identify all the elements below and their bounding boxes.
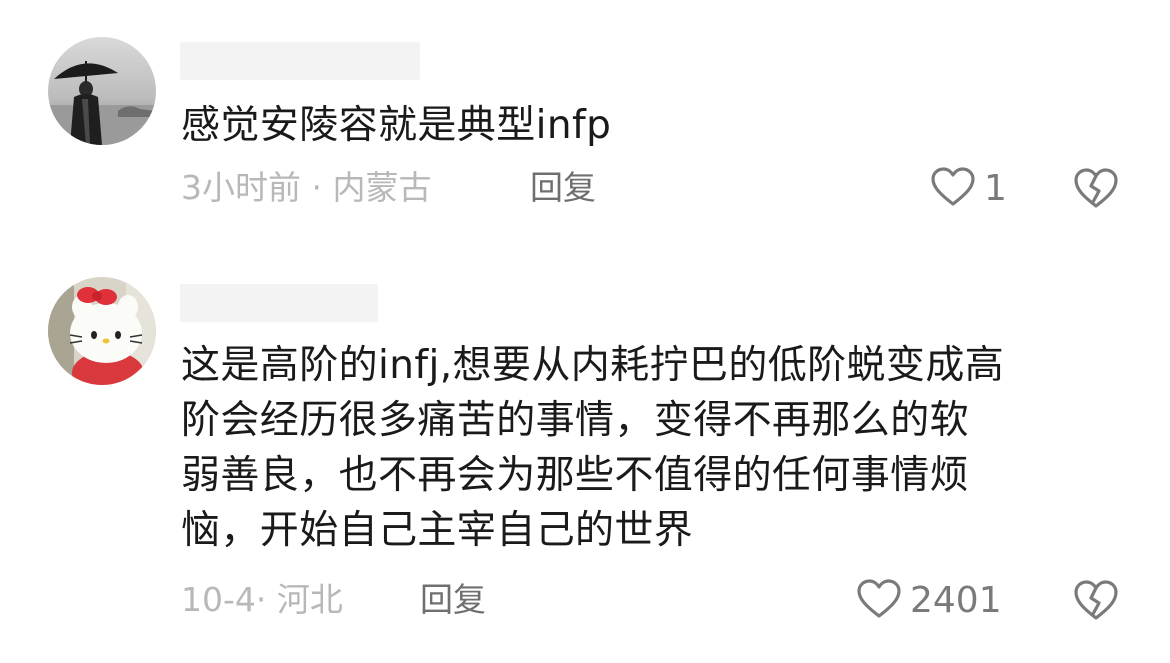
meta-separator: · <box>301 168 333 207</box>
like-button[interactable]: 2401 <box>856 578 1002 624</box>
heart-outline-icon <box>930 166 976 212</box>
comment-location: 内蒙古 <box>332 168 432 207</box>
comment-time: 3小时前 <box>181 168 301 207</box>
avatar-hello-kitty-image <box>48 277 156 385</box>
avatar[interactable] <box>48 277 156 385</box>
like-button[interactable]: 1 <box>930 166 1007 212</box>
avatar-umbrella-image <box>48 37 156 145</box>
username-redacted[interactable] <box>180 284 378 322</box>
reply-button[interactable]: 回复 <box>530 168 596 208</box>
avatar[interactable] <box>48 37 156 145</box>
meta-separator: · <box>255 580 277 619</box>
comment-text: 这是高阶的infj,想要从内耗拧巴的低阶蜕变成高 阶会经历很多痛苦的事情，变得不… <box>181 343 1005 553</box>
comment-meta: 3小时前 · 内蒙古 <box>181 168 431 208</box>
comment-text: 感觉安陵容就是典型infp <box>181 103 612 148</box>
broken-heart-icon[interactable] <box>1072 166 1120 214</box>
reply-button[interactable]: 回复 <box>420 580 486 620</box>
like-count: 1 <box>984 168 1007 209</box>
username-redacted[interactable] <box>180 42 420 80</box>
comment-item: 感觉安陵容就是典型infp 3小时前 · 内蒙古 回复 1 <box>0 0 1170 240</box>
like-count: 2401 <box>910 580 1002 621</box>
comment-location: 河北 <box>276 580 343 619</box>
heart-outline-icon <box>856 578 902 624</box>
comment-item: 这是高阶的infj,想要从内耗拧巴的低阶蜕变成高 阶会经历很多痛苦的事情，变得不… <box>0 240 1170 663</box>
broken-heart-icon[interactable] <box>1072 578 1120 626</box>
comment-time: 10-4 <box>181 580 256 619</box>
comment-meta: 10-4· 河北 <box>181 580 343 620</box>
